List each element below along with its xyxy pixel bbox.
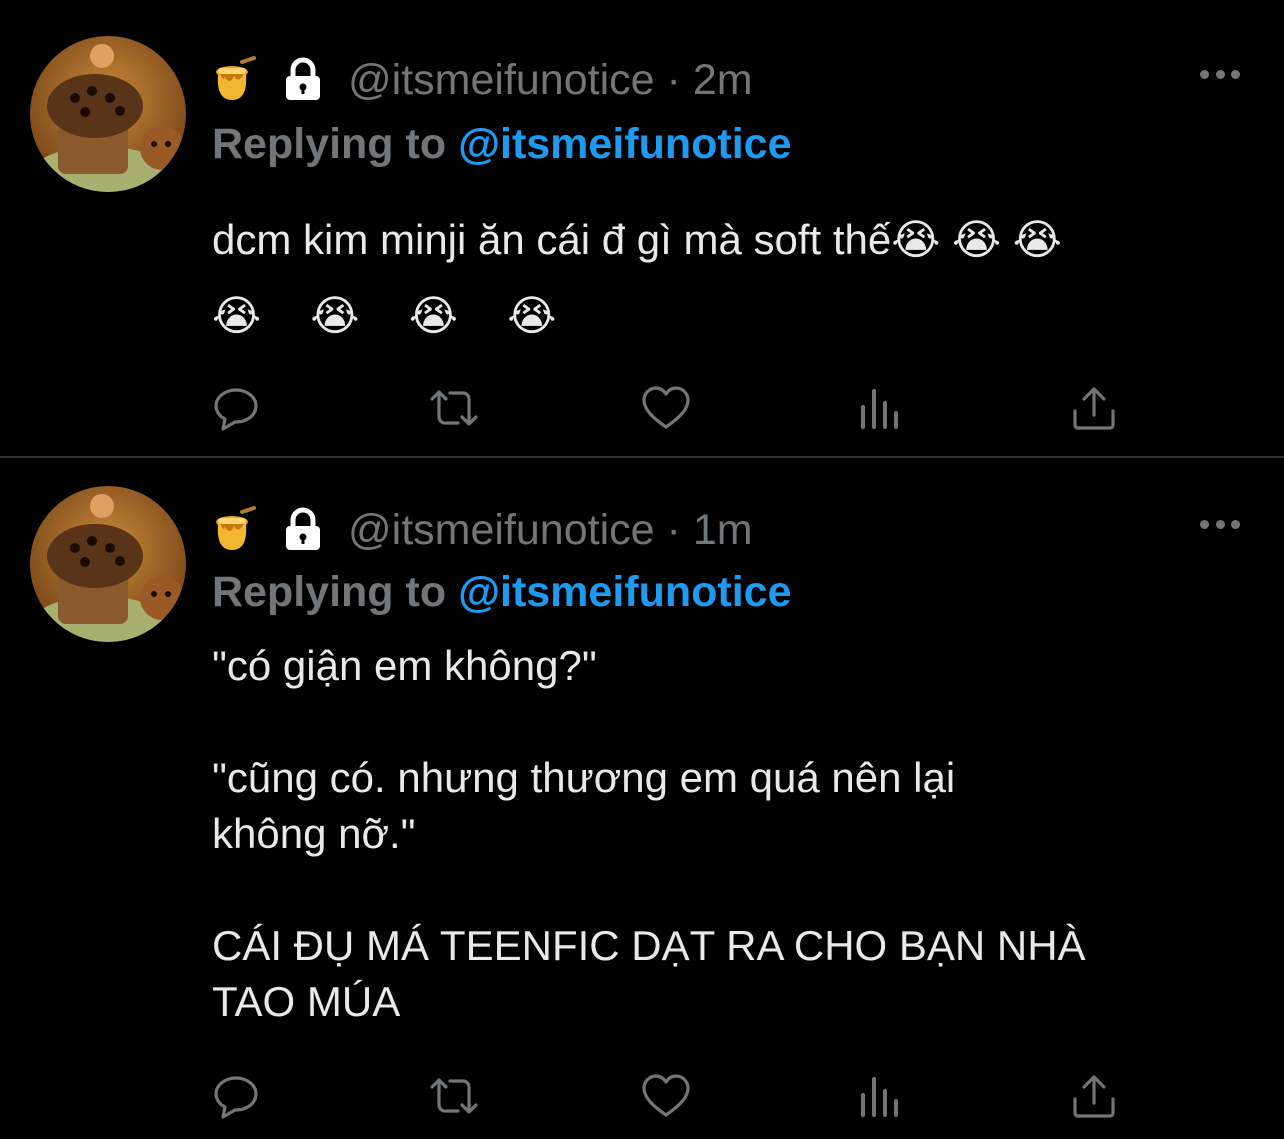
- tweet-text: "có giận em không?" "cũng có. nhưng thươ…: [212, 638, 1252, 1030]
- tweet-text-line: TAO MÚA: [212, 978, 401, 1025]
- timestamp[interactable]: 1m: [693, 502, 753, 558]
- honey-pot-icon: [212, 56, 258, 104]
- handle[interactable]: @itsmeifunotice: [348, 502, 655, 558]
- tweet-text-line: không nỡ.": [212, 810, 416, 857]
- share-icon[interactable]: [1064, 1066, 1124, 1126]
- handle[interactable]: @itsmeifunotice: [348, 52, 655, 108]
- avatar[interactable]: [30, 36, 186, 192]
- lock-icon: [280, 506, 326, 554]
- mention-link[interactable]: @itsmeifunotice: [458, 120, 791, 168]
- tweet-header: @itsmeifunotice · 1m: [212, 502, 753, 558]
- more-horizontal-icon[interactable]: [1200, 514, 1240, 534]
- views-icon[interactable]: [850, 378, 910, 438]
- heart-icon[interactable]: [636, 378, 696, 438]
- tweet-text-line: "có giận em không?": [212, 642, 597, 689]
- tweet-actions: [212, 1066, 1132, 1126]
- tweet-text-line: "cũng có. nhưng thương em quá nên lại: [212, 754, 956, 801]
- retweet-icon[interactable]: [424, 378, 484, 438]
- reply-icon[interactable]: [206, 378, 266, 438]
- mention-link[interactable]: @itsmeifunotice: [458, 568, 791, 616]
- reply-icon[interactable]: [206, 1066, 266, 1126]
- replying-to: Replying to @itsmeifunotice: [212, 116, 791, 172]
- avatar[interactable]: [30, 486, 186, 642]
- retweet-icon[interactable]: [424, 1066, 484, 1126]
- line-break: [212, 862, 1252, 918]
- tweet-text-line: CÁI ĐỤ MÁ TEENFIC DẠT RA CHO BẠN NHÀ: [212, 922, 1086, 969]
- tweet-header: @itsmeifunotice · 2m: [212, 52, 753, 108]
- tweet-text-line: 😭 😭 😭 😭: [212, 291, 575, 340]
- replying-prefix: Replying to: [212, 120, 459, 168]
- replying-to: Replying to @itsmeifunotice: [212, 564, 791, 620]
- heart-icon[interactable]: [636, 1066, 696, 1126]
- replying-prefix: Replying to: [212, 568, 459, 616]
- tweet[interactable]: @itsmeifunotice · 1m Replying to @itsmei…: [0, 458, 1284, 1139]
- views-icon[interactable]: [850, 1066, 910, 1126]
- separator-dot: ·: [666, 56, 681, 104]
- share-icon[interactable]: [1064, 378, 1124, 438]
- more-horizontal-icon[interactable]: [1200, 64, 1240, 84]
- separator-dot: ·: [666, 506, 681, 554]
- tweet-text: dcm kim minji ăn cái đ gì mà soft thế😭 😭…: [212, 202, 1252, 354]
- timestamp[interactable]: 2m: [693, 52, 753, 108]
- tweet-text-line: dcm kim minji ăn cái đ gì mà soft thế😭 😭…: [212, 216, 1062, 263]
- line-break: [212, 694, 1252, 750]
- lock-icon: [280, 56, 326, 104]
- tweet[interactable]: @itsmeifunotice · 2m Replying to @itsmei…: [0, 0, 1284, 456]
- honey-pot-icon: [212, 506, 258, 554]
- tweet-actions: [212, 378, 1132, 438]
